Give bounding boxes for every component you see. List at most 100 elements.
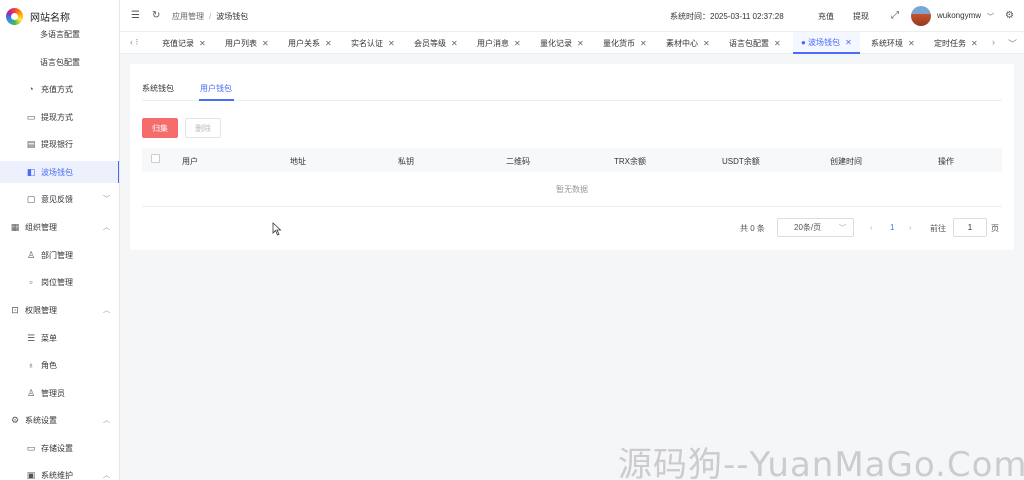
- page-size-select[interactable]: 20条/页 ﹀: [777, 218, 854, 237]
- folder-icon: ▭: [26, 442, 36, 453]
- sidebar-group-system-settings[interactable]: ⚙ 系统设置 ︿: [0, 409, 119, 431]
- table-header: 用户 地址 私钥 二维码 TRX余额 USDT余额 创建时间 操作: [142, 148, 1002, 172]
- sidebar-item-admin[interactable]: ♙ 管理员: [0, 382, 119, 404]
- column-header: 操作: [938, 157, 954, 166]
- chevron-right-icon[interactable]: ›: [992, 37, 995, 47]
- username[interactable]: wukongymw: [937, 11, 981, 20]
- sidebar-item-label: 岗位管理: [41, 277, 73, 287]
- sidebar-item-label: 权限管理: [25, 305, 57, 315]
- empty-state: 暂无数据: [556, 185, 588, 194]
- tab-system-env[interactable]: 系统环境 ✕: [863, 32, 915, 54]
- menu-icon: ☰: [26, 332, 36, 343]
- sidebar-item-label: 充值方式: [41, 84, 73, 94]
- sidebar-item-maintenance[interactable]: ▣ 系统维护 ︿: [0, 464, 119, 480]
- current-page[interactable]: 1: [890, 223, 894, 232]
- chevron-down-icon: ﹀: [103, 196, 110, 203]
- sidebar-item-label: 部门管理: [41, 250, 73, 260]
- chevron-left-icon[interactable]: ‹ ⁝: [130, 37, 138, 48]
- system-time: 系统时间：2025-03-11 02:37:28: [670, 12, 784, 21]
- close-icon[interactable]: ✕: [514, 39, 521, 48]
- page-size-value: 20条/页: [794, 223, 822, 232]
- close-icon[interactable]: ✕: [388, 39, 395, 48]
- sidebar: 网站名称 多语言配置 语言包配置 ◔ 充值方式 ▭ 提现方式 ▤ 提现银行 ◧ …: [0, 0, 120, 480]
- tab-user-messages[interactable]: 用户消息 ✕: [469, 32, 521, 54]
- sidebar-item-tron-wallet[interactable]: ◧ 波场钱包: [0, 161, 119, 183]
- pagination-total: 共 0 条: [740, 224, 765, 233]
- column-header: TRX余额: [614, 157, 646, 166]
- tab-language-pack[interactable]: 语言包配置 ✕: [721, 32, 781, 54]
- sidebar-item-withdraw-method[interactable]: ▭ 提现方式: [0, 106, 119, 128]
- tab-label: ● 波场钱包: [801, 37, 841, 47]
- sidebar-item-multilanguage[interactable]: 多语言配置: [0, 23, 119, 45]
- mouse-cursor-icon: [272, 222, 282, 236]
- breadcrumb-item[interactable]: 应用管理: [172, 12, 204, 21]
- tab-scheduled-tasks[interactable]: 定时任务 ✕: [926, 32, 978, 54]
- close-icon[interactable]: ✕: [774, 39, 781, 48]
- tab-user-list[interactable]: 用户列表 ✕: [217, 32, 269, 54]
- subtab-system-wallet[interactable]: 系统钱包: [142, 83, 174, 94]
- sidebar-item-label: 提现方式: [41, 112, 73, 122]
- close-icon[interactable]: ✕: [262, 39, 269, 48]
- tab-real-name[interactable]: 实名认证 ✕: [343, 32, 395, 54]
- close-icon[interactable]: ✕: [703, 39, 710, 48]
- select-all-checkbox[interactable]: [151, 154, 160, 163]
- tab-member-level[interactable]: 会员等级 ✕: [406, 32, 458, 54]
- wallet-icon: ◔: [28, 84, 34, 94]
- column-header: 地址: [290, 157, 306, 166]
- sidebar-group-permission[interactable]: ⊡ 权限管理 ︿: [0, 299, 119, 321]
- close-icon[interactable]: ✕: [577, 39, 584, 48]
- sidebar-item-language-pack[interactable]: 语言包配置: [0, 51, 119, 73]
- sidebar-item-feedback[interactable]: ▢ 意见反馈 ﹀: [0, 188, 119, 210]
- menu-toggle-icon[interactable]: ☰: [131, 10, 140, 21]
- tab-quant-records[interactable]: 量化记录 ✕: [532, 32, 584, 54]
- chevron-down-icon[interactable]: ﹀: [987, 12, 994, 22]
- breadcrumb: 应用管理 / 波场钱包: [172, 11, 248, 22]
- close-icon[interactable]: ✕: [451, 39, 458, 48]
- tab-quant-currency[interactable]: 量化货币 ✕: [595, 32, 647, 54]
- close-icon[interactable]: ✕: [845, 38, 852, 47]
- refresh-icon[interactable]: ↻: [152, 10, 160, 21]
- sidebar-item-withdraw-bank[interactable]: ▤ 提现银行: [0, 133, 119, 155]
- gear-icon[interactable]: ⚙: [1005, 10, 1014, 21]
- sidebar-item-label: 多语言配置: [40, 29, 80, 39]
- post-icon: ▫: [29, 277, 33, 287]
- close-icon[interactable]: ✕: [325, 39, 332, 48]
- header: ☰ ↻ 应用管理 / 波场钱包 系统时间：2025-03-11 02:37:28 充…: [120, 0, 1024, 32]
- tab-label: 充值记录: [162, 38, 194, 48]
- prev-page-icon[interactable]: ‹: [870, 223, 873, 232]
- delete-button[interactable]: 删除: [185, 118, 221, 138]
- sidebar-item-label: 菜单: [41, 333, 57, 343]
- tab-material-center[interactable]: 素材中心 ✕: [658, 32, 710, 54]
- fullscreen-icon[interactable]: ⤢: [891, 10, 899, 21]
- chevron-down-icon: ﹀: [839, 224, 846, 232]
- goto-page-input[interactable]: [953, 218, 987, 237]
- sidebar-item-recharge-method[interactable]: ◔ 充值方式: [0, 78, 119, 100]
- chevron-down-icon[interactable]: ﹀: [1008, 37, 1017, 50]
- close-icon[interactable]: ✕: [199, 39, 206, 48]
- close-icon[interactable]: ✕: [640, 39, 647, 48]
- collect-button[interactable]: 归集: [142, 118, 178, 138]
- subtab-user-wallet[interactable]: 用户钱包: [200, 83, 232, 94]
- withdraw-link[interactable]: 提现: [853, 11, 869, 22]
- tab-label: 系统环境: [871, 38, 903, 48]
- sidebar-item-department[interactable]: ♙ 部门管理: [0, 244, 119, 266]
- tab-user-relations[interactable]: 用户关系 ✕: [280, 32, 332, 54]
- tab-tron-wallet[interactable]: ● 波场钱包 ✕: [793, 32, 860, 54]
- breadcrumb-separator: /: [209, 12, 212, 21]
- sidebar-item-role[interactable]: ♁ 角色: [0, 354, 119, 376]
- tab-recharge-records[interactable]: 充值记录 ✕: [154, 32, 206, 54]
- breadcrumb-current: 波场钱包: [216, 12, 249, 21]
- tab-label: 量化记录: [540, 38, 572, 48]
- user-icon: ♙: [26, 387, 36, 398]
- close-icon[interactable]: ✕: [908, 39, 915, 48]
- close-icon[interactable]: ✕: [971, 39, 978, 48]
- next-page-icon[interactable]: ›: [909, 223, 912, 232]
- avatar[interactable]: [911, 6, 931, 26]
- sidebar-group-organization[interactable]: ▦ 组织管理 ︿: [0, 216, 119, 238]
- recharge-link[interactable]: 充值: [818, 11, 834, 22]
- column-header: 创建时间: [830, 157, 862, 166]
- sidebar-item-position[interactable]: ▫ 岗位管理: [0, 271, 119, 293]
- sidebar-item-menu[interactable]: ☰ 菜单: [0, 327, 119, 349]
- sidebar-item-storage[interactable]: ▭ 存储设置: [0, 437, 119, 459]
- tab-label: 素材中心: [666, 38, 698, 48]
